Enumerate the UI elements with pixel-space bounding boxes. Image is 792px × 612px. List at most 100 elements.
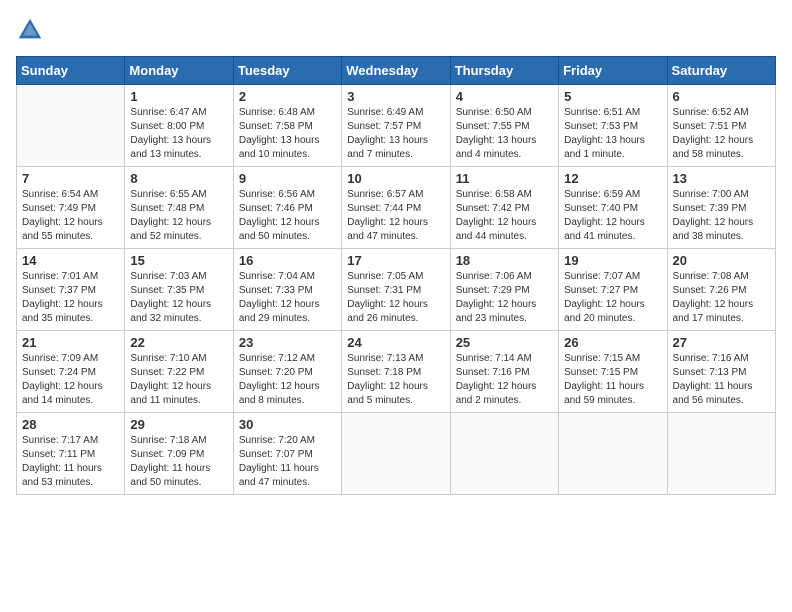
day-of-week-header: Thursday [450,57,558,85]
day-info: Sunrise: 7:00 AM Sunset: 7:39 PM Dayligh… [673,188,770,244]
calendar-header-row: SundayMondayTuesdayWednesdayThursdayFrid… [17,57,776,85]
calendar-cell: 10 Sunrise: 6:57 AM Sunset: 7:44 PM Dayli… [342,167,450,249]
calendar-table: SundayMondayTuesdayWednesdayThursdayFrid… [16,56,776,495]
day-number: 22 [130,335,227,350]
day-info: Sunrise: 7:05 AM Sunset: 7:31 PM Dayligh… [347,270,444,326]
day-number: 25 [456,335,553,350]
calendar-cell: 4 Sunrise: 6:50 AM Sunset: 7:55 PM Daylig… [450,85,558,167]
calendar-week-row: 28Sunrise: 7:17 AM Sunset: 7:11 PM Dayli… [17,413,776,495]
day-info: Sunrise: 6:52 AM Sunset: 7:51 PM Dayligh… [673,106,770,162]
day-info: Sunrise: 7:12 AM Sunset: 7:20 PM Dayligh… [239,352,336,408]
day-of-week-header: Friday [559,57,667,85]
day-info: Sunrise: 7:01 AM Sunset: 7:37 PM Dayligh… [22,270,119,326]
day-number: 19 [564,253,661,268]
calendar-week-row: 21 Sunrise: 7:09 AM Sunset: 7:24 PM Dayli… [17,331,776,413]
day-of-week-header: Sunday [17,57,125,85]
calendar-cell: 27 Sunrise: 7:16 AM Sunset: 7:13 PM Dayli… [667,331,775,413]
day-of-week-header: Saturday [667,57,775,85]
day-info: Sunrise: 7:04 AM Sunset: 7:33 PM Dayligh… [239,270,336,326]
logo-icon [16,16,44,44]
day-number: 24 [347,335,444,350]
day-number: 13 [673,171,770,186]
calendar-cell: 9Sunrise: 6:56 AM Sunset: 7:46 PM Daylig… [233,167,341,249]
calendar-cell: 24 Sunrise: 7:13 AM Sunset: 7:18 PM Dayli… [342,331,450,413]
day-info: Sunrise: 7:03 AM Sunset: 7:35 PM Dayligh… [130,270,227,326]
day-info: Sunrise: 6:47 AM Sunset: 8:00 PM Dayligh… [130,106,227,162]
day-number: 4 [456,89,553,104]
day-info: Sunrise: 6:54 AM Sunset: 7:49 PM Dayligh… [22,188,119,244]
calendar-cell [342,413,450,495]
calendar-cell: 13 Sunrise: 7:00 AM Sunset: 7:39 PM Dayli… [667,167,775,249]
day-info: Sunrise: 7:20 AM Sunset: 7:07 PM Dayligh… [239,434,336,490]
calendar-cell: 21 Sunrise: 7:09 AM Sunset: 7:24 PM Dayli… [17,331,125,413]
calendar-cell: 3 Sunrise: 6:49 AM Sunset: 7:57 PM Daylig… [342,85,450,167]
day-number: 30 [239,417,336,432]
day-info: Sunrise: 7:17 AM Sunset: 7:11 PM Dayligh… [22,434,119,490]
day-of-week-header: Wednesday [342,57,450,85]
day-info: Sunrise: 6:59 AM Sunset: 7:40 PM Dayligh… [564,188,661,244]
calendar-week-row: 14 Sunrise: 7:01 AM Sunset: 7:37 PM Dayli… [17,249,776,331]
day-info: Sunrise: 7:06 AM Sunset: 7:29 PM Dayligh… [456,270,553,326]
calendar-cell: 11 Sunrise: 6:58 AM Sunset: 7:42 PM Dayli… [450,167,558,249]
calendar-cell: 12 Sunrise: 6:59 AM Sunset: 7:40 PM Dayli… [559,167,667,249]
calendar-cell: 7 Sunrise: 6:54 AM Sunset: 7:49 PM Daylig… [17,167,125,249]
day-info: Sunrise: 7:14 AM Sunset: 7:16 PM Dayligh… [456,352,553,408]
day-info: Sunrise: 7:07 AM Sunset: 7:27 PM Dayligh… [564,270,661,326]
calendar-cell: 26 Sunrise: 7:15 AM Sunset: 7:15 PM Dayli… [559,331,667,413]
day-number: 10 [347,171,444,186]
calendar-cell [667,413,775,495]
day-number: 1 [130,89,227,104]
day-number: 5 [564,89,661,104]
calendar-cell: 16 Sunrise: 7:04 AM Sunset: 7:33 PM Dayli… [233,249,341,331]
day-info: Sunrise: 6:57 AM Sunset: 7:44 PM Dayligh… [347,188,444,244]
day-number: 27 [673,335,770,350]
calendar-cell: 29 Sunrise: 7:18 AM Sunset: 7:09 PM Dayli… [125,413,233,495]
calendar-cell: 1 Sunrise: 6:47 AM Sunset: 8:00 PM Daylig… [125,85,233,167]
day-number: 16 [239,253,336,268]
day-number: 2 [239,89,336,104]
calendar-cell: 2 Sunrise: 6:48 AM Sunset: 7:58 PM Daylig… [233,85,341,167]
logo [16,16,48,44]
day-info: Sunrise: 6:49 AM Sunset: 7:57 PM Dayligh… [347,106,444,162]
day-number: 26 [564,335,661,350]
day-info: Sunrise: 6:51 AM Sunset: 7:53 PM Dayligh… [564,106,661,162]
day-number: 17 [347,253,444,268]
day-number: 14 [22,253,119,268]
calendar-cell: 8Sunrise: 6:55 AM Sunset: 7:48 PM Daylig… [125,167,233,249]
day-info: Sunrise: 7:15 AM Sunset: 7:15 PM Dayligh… [564,352,661,408]
day-number: 29 [130,417,227,432]
day-info: Sunrise: 6:58 AM Sunset: 7:42 PM Dayligh… [456,188,553,244]
day-info: Sunrise: 7:18 AM Sunset: 7:09 PM Dayligh… [130,434,227,490]
day-info: Sunrise: 7:09 AM Sunset: 7:24 PM Dayligh… [22,352,119,408]
calendar-cell: 30 Sunrise: 7:20 AM Sunset: 7:07 PM Dayli… [233,413,341,495]
calendar-cell: 18 Sunrise: 7:06 AM Sunset: 7:29 PM Dayli… [450,249,558,331]
day-of-week-header: Tuesday [233,57,341,85]
calendar-cell: 20 Sunrise: 7:08 AM Sunset: 7:26 PM Dayli… [667,249,775,331]
calendar-cell: 25 Sunrise: 7:14 AM Sunset: 7:16 PM Dayli… [450,331,558,413]
calendar-cell [450,413,558,495]
calendar-cell: 5 Sunrise: 6:51 AM Sunset: 7:53 PM Daylig… [559,85,667,167]
day-info: Sunrise: 7:13 AM Sunset: 7:18 PM Dayligh… [347,352,444,408]
page-header [16,16,776,44]
day-info: Sunrise: 6:48 AM Sunset: 7:58 PM Dayligh… [239,106,336,162]
calendar-week-row: 7 Sunrise: 6:54 AM Sunset: 7:49 PM Daylig… [17,167,776,249]
day-info: Sunrise: 7:16 AM Sunset: 7:13 PM Dayligh… [673,352,770,408]
day-info: Sunrise: 6:55 AM Sunset: 7:48 PM Dayligh… [130,188,227,244]
calendar-cell: 17 Sunrise: 7:05 AM Sunset: 7:31 PM Dayli… [342,249,450,331]
day-info: Sunrise: 6:56 AM Sunset: 7:46 PM Dayligh… [239,188,336,244]
day-info: Sunrise: 7:08 AM Sunset: 7:26 PM Dayligh… [673,270,770,326]
day-number: 6 [673,89,770,104]
day-of-week-header: Monday [125,57,233,85]
day-number: 20 [673,253,770,268]
day-number: 23 [239,335,336,350]
calendar-cell: 22Sunrise: 7:10 AM Sunset: 7:22 PM Dayli… [125,331,233,413]
calendar-cell: 19 Sunrise: 7:07 AM Sunset: 7:27 PM Dayli… [559,249,667,331]
day-number: 18 [456,253,553,268]
day-number: 7 [22,171,119,186]
day-number: 12 [564,171,661,186]
day-number: 21 [22,335,119,350]
calendar-cell [559,413,667,495]
day-number: 3 [347,89,444,104]
day-info: Sunrise: 6:50 AM Sunset: 7:55 PM Dayligh… [456,106,553,162]
day-number: 11 [456,171,553,186]
